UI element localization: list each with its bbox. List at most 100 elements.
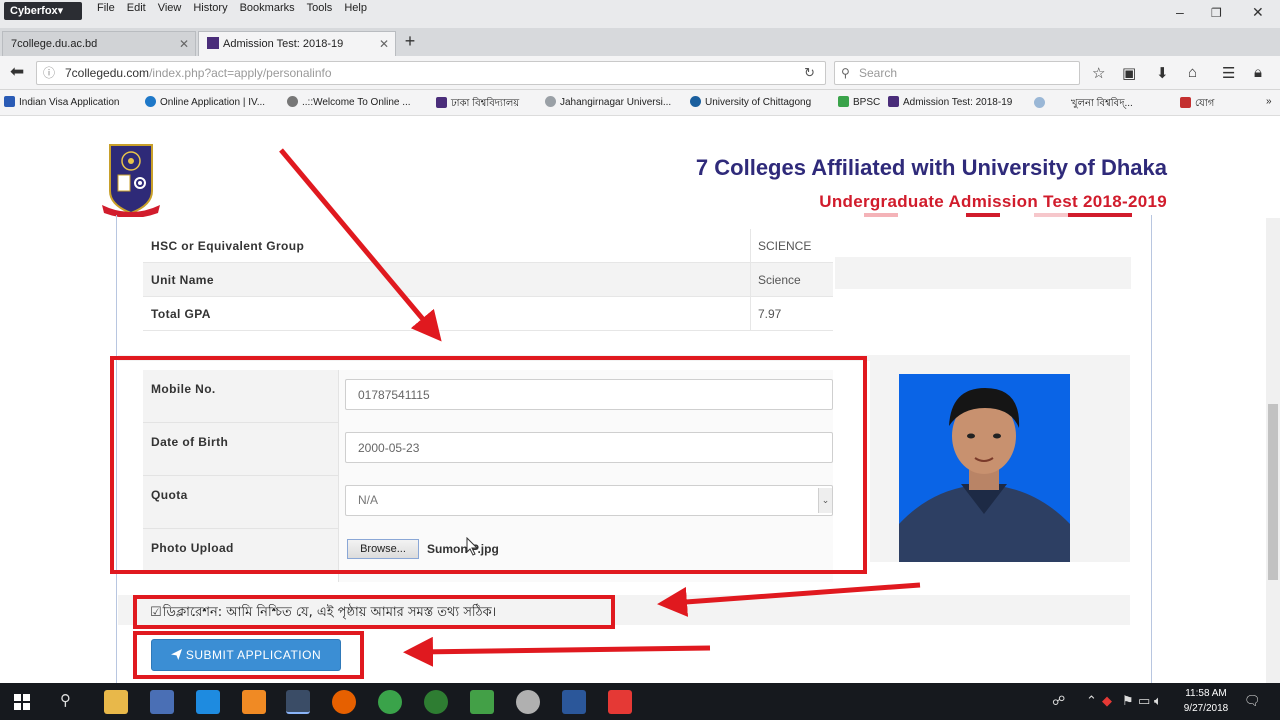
maximize-icon[interactable]: ❐	[1211, 6, 1222, 20]
bookmark-item[interactable]: যোগ	[1180, 96, 1214, 113]
bookmark-item[interactable]: Admission Test: 2018-19	[888, 96, 1012, 108]
site-favicon-icon	[207, 37, 219, 49]
people-icon[interactable]: ☍	[1052, 693, 1065, 709]
bookmark-favicon-icon	[287, 96, 298, 107]
bookmark-label: ঢাকা বিশ্ববিদ্যালয়	[451, 98, 520, 109]
close-tab-icon[interactable]: ✕	[379, 32, 389, 56]
web-page: 7 Colleges Affiliated with University of…	[0, 117, 1280, 683]
bookmark-favicon-icon	[1034, 97, 1045, 108]
app-icon[interactable]	[242, 690, 266, 714]
windows-taskbar: ⚲ ☍ ⌃ ◆ ⚑ ▭ 🔈︎ 11:58 AM 9/27/2018 🗨︎	[0, 683, 1280, 720]
menu-help[interactable]: Help	[343, 2, 368, 14]
url-bar[interactable]: ⓘ 7collegedu.com/index.php?act=apply/per…	[36, 61, 826, 85]
close-tab-icon[interactable]: ✕	[179, 32, 189, 56]
clock-time: 11:58 AM	[1185, 688, 1227, 699]
app-icon[interactable]	[516, 690, 540, 714]
volume-icon[interactable]: 🔈︎	[1154, 693, 1162, 709]
bookmark-item[interactable]: Online Application | IV...	[145, 96, 265, 108]
bookmark-label: Jahangirnagar Universi...	[560, 97, 672, 108]
tab-title: Admission Test: 2018-19	[223, 38, 344, 50]
reload-icon[interactable]: ↻	[804, 62, 815, 84]
bookmark-label: Online Application | IV...	[160, 97, 266, 108]
bookmark-item[interactable]: খুলনা বিশ্ববিদ্...	[1034, 96, 1133, 113]
firefox-icon[interactable]	[332, 690, 356, 714]
menu-tools[interactable]: Tools	[306, 2, 334, 14]
menu-history[interactable]: History	[192, 2, 228, 14]
hamburger-menu-icon[interactable]: ☰	[1222, 64, 1235, 82]
menu-edit[interactable]: Edit	[126, 2, 147, 14]
file-explorer-icon[interactable]	[104, 690, 128, 714]
bookmark-label: যোগ	[1195, 98, 1215, 109]
new-tab-icon[interactable]: +	[400, 32, 420, 52]
chrome-icon[interactable]	[378, 690, 402, 714]
windows-start-icon[interactable]	[14, 694, 30, 710]
navigation-bar: ⬅ ⓘ 7collegedu.com/index.php?act=apply/p…	[0, 56, 1280, 90]
menu-bar: Cyberfox▾ File Edit View History Bookmar…	[0, 0, 1280, 28]
home-icon[interactable]: ⌂	[1188, 64, 1197, 81]
tab-admission-test[interactable]: Admission Test: 2018-19 ✕	[198, 31, 396, 56]
menu-file[interactable]: File	[96, 2, 116, 14]
url-path: /index.php?act=apply/personalinfo	[149, 66, 332, 80]
tab-title: 7college.du.ac.bd	[11, 38, 98, 50]
camtasia-icon[interactable]	[470, 690, 494, 714]
clock-date: 9/27/2018	[1183, 703, 1229, 714]
menu-view[interactable]: View	[157, 2, 183, 14]
bookmark-item[interactable]: Indian Visa Application	[4, 96, 119, 108]
network-icon[interactable]: ◆	[1102, 693, 1112, 709]
minimize-icon[interactable]: –	[1176, 4, 1184, 20]
scrollbar-thumb[interactable]	[1268, 404, 1278, 580]
bookmarks-overflow-icon[interactable]: »	[1266, 96, 1272, 107]
bookmark-label: খুলনা বিশ্ববিদ্...	[1071, 98, 1133, 109]
tab-bar: 7college.du.ac.bd ✕ Admission Test: 2018…	[0, 28, 1280, 56]
arrow-to-form	[279, 148, 442, 342]
clipboard-icon[interactable]: ▣	[1122, 64, 1136, 82]
bookmark-item[interactable]: BPSC	[838, 96, 880, 108]
bookmark-favicon-icon	[1180, 97, 1191, 108]
chevron-up-icon[interactable]: ⌃	[1086, 693, 1097, 709]
word-icon[interactable]	[562, 690, 586, 714]
app-icon[interactable]	[608, 690, 632, 714]
flag-icon[interactable]: ⚑	[1122, 693, 1134, 709]
bookmark-label: BPSC	[853, 97, 881, 108]
menu-items: File Edit View History Bookmarks Tools H…	[96, 2, 368, 14]
search-icon[interactable]: ⚲	[60, 691, 71, 709]
page-scrollbar[interactable]	[1266, 218, 1280, 683]
bookmark-item[interactable]: ঢাকা বিশ্ববিদ্যালয়	[436, 96, 519, 113]
bookmark-favicon-icon	[888, 96, 899, 107]
bookmark-item[interactable]: Jahangirnagar Universi...	[545, 96, 671, 108]
browser-menu-button[interactable]: Cyberfox▾	[4, 2, 82, 20]
download-icon[interactable]: ⬇	[1156, 64, 1169, 82]
notification-icon[interactable]: 🗨︎	[1244, 693, 1261, 709]
bookmark-favicon-icon	[145, 96, 156, 107]
arrow-to-submit	[403, 636, 711, 667]
bookmark-label: Admission Test: 2018-19	[903, 97, 1013, 108]
bookmark-favicon-icon	[838, 96, 849, 107]
lock-icon[interactable]: 🔒︎	[1254, 64, 1262, 81]
bookmark-item[interactable]: University of Chittagong	[690, 96, 811, 108]
bookmark-star-icon[interactable]: ☆	[1092, 64, 1105, 82]
app-icon[interactable]	[150, 690, 174, 714]
info-icon[interactable]: ⓘ	[43, 62, 55, 84]
bookmark-favicon-icon	[690, 96, 701, 107]
arrow-to-declaration	[657, 582, 921, 617]
app-icon[interactable]	[424, 690, 448, 714]
system-clock[interactable]: 11:58 AM 9/27/2018	[1174, 686, 1238, 716]
search-input[interactable]: ⚲ Search	[834, 61, 1080, 85]
app-icon[interactable]	[196, 690, 220, 714]
bookmark-label: ..::Welcome To Online ...	[302, 97, 411, 108]
menu-bookmarks[interactable]: Bookmarks	[239, 2, 296, 14]
bookmark-label: Indian Visa Application	[19, 97, 120, 108]
monitor-icon[interactable]: ▭	[1138, 693, 1150, 709]
tab-7college[interactable]: 7college.du.ac.bd ✕	[2, 31, 196, 56]
close-window-icon[interactable]: ✕	[1252, 4, 1264, 21]
annotation-arrows	[279, 148, 921, 667]
bookmark-favicon-icon	[4, 96, 15, 107]
url-domain: 7collegedu.com	[65, 66, 150, 80]
search-icon: ⚲	[841, 66, 850, 80]
bookmark-favicon-icon	[436, 97, 447, 108]
bookmark-label: University of Chittagong	[705, 97, 812, 108]
search-placeholder: Search	[859, 66, 898, 80]
back-arrow-icon[interactable]: ⬅	[10, 62, 24, 82]
bookmark-item[interactable]: ..::Welcome To Online ...	[287, 96, 411, 108]
cyberfox-icon[interactable]	[286, 690, 310, 714]
